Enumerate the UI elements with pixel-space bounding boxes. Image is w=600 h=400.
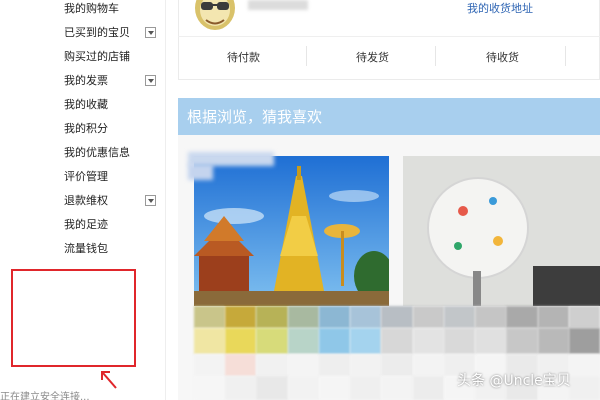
tab-pending-shipment[interactable]: 待发货: [356, 49, 389, 65]
divider: [435, 46, 436, 66]
expand-chevron-icon[interactable]: [145, 195, 156, 206]
sidebar-item-refunds[interactable]: 退款维权: [64, 192, 108, 210]
tab-pending-payment[interactable]: 待付款: [227, 49, 260, 65]
expand-chevron-icon[interactable]: [145, 75, 156, 86]
product-image-fan-cover[interactable]: [403, 156, 600, 306]
product-image-temple[interactable]: [194, 156, 389, 306]
divider: [306, 46, 307, 66]
sidebar-item-data-wallet[interactable]: 流量钱包: [64, 240, 108, 258]
divider: [565, 46, 566, 66]
sidebar-item-invoice[interactable]: 我的发票: [64, 72, 108, 90]
watermark: 头条 @Uncle宝贝: [457, 373, 571, 389]
sidebar-item-footprints[interactable]: 我的足迹: [64, 216, 108, 234]
mosaic-blur: [194, 328, 600, 354]
tab-pending-receipt[interactable]: 待收货: [486, 49, 519, 65]
sidebar-item-purchased[interactable]: 已买到的宝贝: [64, 24, 130, 42]
mosaic-blur: [194, 306, 600, 328]
profile-card: [178, 0, 600, 80]
shipping-address-link[interactable]: 我的收货地址: [467, 0, 533, 16]
highlight-box: [11, 269, 136, 367]
sidebar-item-coupons[interactable]: 我的优惠信息: [64, 144, 130, 162]
username-blurred: [248, 0, 308, 10]
sidebar-item-reviews[interactable]: 评价管理: [64, 168, 108, 186]
sidebar: 我的购物车 已买到的宝贝 购买过的店铺 我的发票 我的收藏 我的积分 我的优惠信…: [0, 0, 165, 400]
status-text: 正在建立安全连接...: [0, 392, 90, 400]
recommend-title: 根据浏览，猜我喜欢: [187, 108, 323, 126]
avatar[interactable]: [192, 0, 238, 32]
divider: [178, 36, 600, 37]
sidebar-item-shops[interactable]: 购买过的店铺: [64, 48, 130, 66]
sidebar-item-favorites[interactable]: 我的收藏: [64, 96, 108, 114]
expand-chevron-icon[interactable]: [145, 27, 156, 38]
divider: [165, 0, 166, 400]
arrow-icon: [101, 371, 117, 389]
sidebar-item-points[interactable]: 我的积分: [64, 120, 108, 138]
product-label-blurred: [188, 164, 213, 180]
sidebar-item-shopping-cart[interactable]: 我的购物车: [64, 0, 119, 18]
